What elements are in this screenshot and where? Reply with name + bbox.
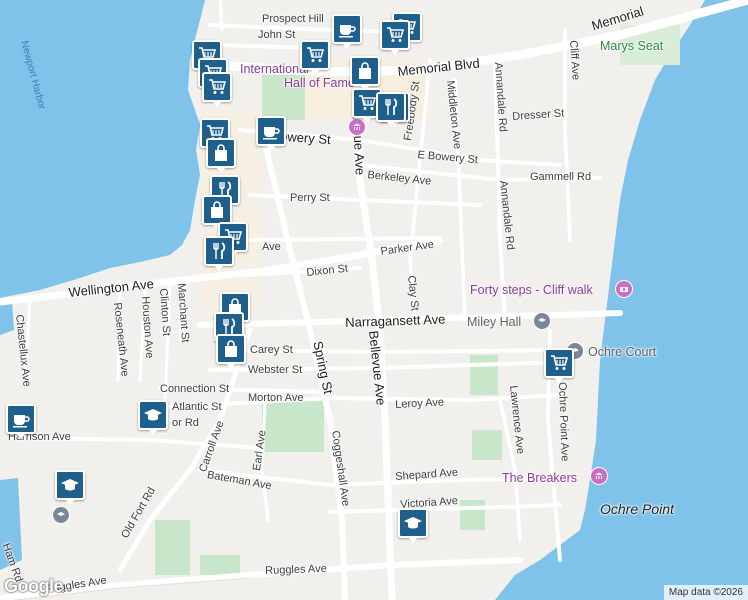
map-marker-coffee[interactable] <box>256 116 286 151</box>
poi-label-marys-seat[interactable]: Marys Seat <box>600 40 663 53</box>
graduation-cap-icon <box>143 405 163 425</box>
map-marker-graduation-cap[interactable] <box>138 400 168 435</box>
school-icon[interactable] <box>533 312 551 330</box>
map-marker-cart[interactable] <box>380 20 410 55</box>
bag-icon <box>221 339 241 359</box>
map-marker-graduation-cap[interactable] <box>55 470 85 505</box>
school-icon[interactable] <box>52 506 70 524</box>
cart-icon <box>305 45 325 65</box>
bag-icon <box>211 143 231 163</box>
street-label: Ochre Point Ave <box>556 381 571 462</box>
street-label: Cliff Ave <box>567 39 582 81</box>
museum-icon[interactable] <box>590 467 608 485</box>
google-logo: Google <box>4 576 64 596</box>
bag-icon <box>355 61 375 81</box>
map-marker-graduation-cap[interactable] <box>398 508 428 543</box>
street-label: John St <box>258 29 296 41</box>
cart-icon <box>385 25 405 45</box>
poi-label-hall-of-fame[interactable]: International <box>240 63 309 76</box>
street-label: Prospect Hill <box>262 13 324 25</box>
map-marker-cart[interactable] <box>202 72 232 107</box>
poi-label-forty-steps[interactable]: Forty steps - Cliff walk <box>470 284 593 297</box>
street-label: Connection St <box>160 383 230 395</box>
map-marker-coffee[interactable] <box>332 14 362 49</box>
street-label: Atlantic St <box>172 401 222 413</box>
cart-icon <box>207 77 227 97</box>
cart-icon <box>549 353 569 373</box>
street-label: Clinton St <box>157 287 173 337</box>
street-label: Morton Ave <box>248 392 304 404</box>
camera-icon[interactable] <box>615 280 633 298</box>
street-label: Carey St <box>250 344 293 356</box>
poi-label-miley-hall[interactable]: Miley Hall <box>467 316 521 329</box>
map-marker-bag[interactable] <box>202 195 232 230</box>
cart-icon <box>357 93 377 113</box>
street-label: Ruggles Ave <box>264 562 327 577</box>
coffee-icon <box>261 121 281 141</box>
fork-knife-icon <box>381 97 401 117</box>
place-label-ochre-point: Ochre Point <box>600 501 674 517</box>
poi-label-hall-of-fame[interactable]: Hall of Fame <box>284 77 355 90</box>
map-marker-cart[interactable] <box>544 348 574 383</box>
street-label: Webster St <box>248 364 303 376</box>
coffee-icon <box>11 409 31 429</box>
map-marker-fork-knife[interactable] <box>204 236 234 271</box>
map-marker-bag[interactable] <box>216 334 246 369</box>
bag-icon <box>207 200 227 220</box>
street-label: Narragansett Ave <box>344 311 446 330</box>
street-label: Clay St <box>405 274 421 312</box>
poi-label-ochre-court[interactable]: Ochre Court <box>588 346 656 359</box>
map-marker-bag[interactable] <box>350 56 380 91</box>
map-attribution[interactable]: Map data ©2026 <box>663 585 748 600</box>
map-marker-cart[interactable] <box>300 40 330 75</box>
poi-label-the-breakers[interactable]: The Breakers <box>502 472 577 485</box>
street-label: or Rd <box>172 417 199 429</box>
street-label: Perry St <box>290 192 330 204</box>
fork-knife-icon <box>209 241 229 261</box>
map-marker-bag[interactable] <box>206 138 236 173</box>
map-marker-coffee[interactable] <box>6 404 36 439</box>
coffee-icon <box>337 19 357 39</box>
street-label: Ave <box>262 241 281 253</box>
graduation-cap-icon <box>403 513 423 533</box>
street-label: Gammell Rd <box>530 171 592 183</box>
graduation-cap-icon <box>60 475 80 495</box>
map-marker-fork-knife[interactable] <box>376 92 406 127</box>
